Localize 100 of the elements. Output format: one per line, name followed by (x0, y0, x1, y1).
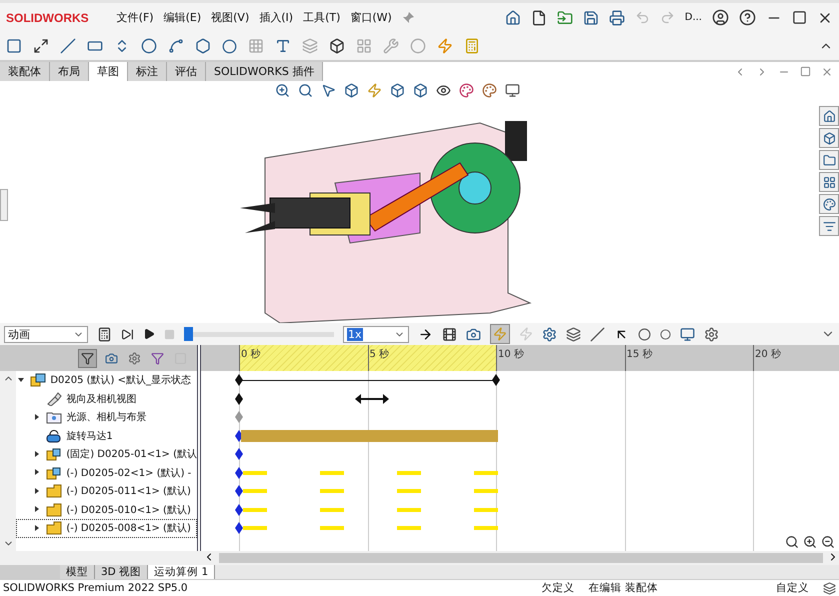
restore-icon[interactable] (800, 66, 811, 77)
tree-item[interactable]: (-) D0205-008<1> (默认) (66, 521, 191, 536)
folder-icon[interactable] (819, 150, 839, 170)
calculate-icon[interactable] (97, 326, 112, 342)
filter-icon[interactable] (78, 348, 97, 368)
change-dash (397, 526, 422, 530)
tree-item[interactable]: (-) D0205-011<1> (默认) (66, 484, 191, 498)
palette-icon[interactable] (819, 194, 839, 214)
cube-icon[interactable] (344, 83, 359, 98)
assembly-icon (46, 466, 62, 480)
print-icon[interactable] (608, 10, 625, 26)
settings-icon[interactable] (704, 326, 719, 342)
ribbon-tab[interactable]: 装配体 (0, 62, 50, 81)
circle-icon[interactable] (141, 38, 157, 54)
maximize-icon[interactable] (792, 10, 807, 25)
ribbon-tab[interactable]: 评估 (167, 62, 206, 81)
change-dash (320, 489, 344, 493)
save-icon[interactable] (582, 10, 599, 26)
expand-caret-icon[interactable] (34, 524, 40, 531)
grid-icon[interactable] (819, 172, 839, 192)
menu-item[interactable]: 编辑(E) (164, 10, 202, 25)
ribbon-tab[interactable]: SOLIDWORKS 插件 (206, 62, 324, 81)
document-tab[interactable]: 模型 (60, 565, 95, 579)
cube-icon[interactable] (390, 83, 405, 98)
expand-caret-icon[interactable] (34, 414, 40, 420)
zoom-in-icon[interactable] (803, 535, 817, 549)
change-dash (474, 526, 498, 530)
tree-item[interactable]: (-) D0205-02<1> (默认) - (66, 466, 192, 480)
collapse-caret-icon[interactable] (18, 376, 24, 383)
cube-icon[interactable] (413, 83, 428, 98)
user-icon[interactable] (712, 9, 729, 26)
tree-item[interactable]: (固定) D0205-01<1> (默认 (66, 447, 197, 462)
expand-caret-icon[interactable] (34, 488, 40, 494)
menu-item[interactable]: 工具(T) (303, 10, 340, 25)
document-tab[interactable]: 3D 视图 (95, 565, 148, 579)
play-from-start-icon[interactable] (121, 328, 134, 340)
document-tab[interactable]: 运动算例 1 (148, 565, 216, 579)
zoom-out-icon[interactable] (821, 535, 835, 549)
ribbon-tab[interactable]: 标注 (128, 62, 167, 81)
slider-thumb[interactable] (184, 327, 193, 341)
search-icon[interactable] (298, 83, 313, 98)
menu-item[interactable]: 插入(I) (259, 10, 294, 25)
eye-icon[interactable] (436, 83, 451, 98)
menu-item[interactable]: 窗口(W) (350, 10, 392, 25)
change-dash (397, 489, 422, 493)
menu-item[interactable]: 视图(V) (211, 10, 250, 25)
zoom-icon[interactable] (275, 83, 290, 98)
arrow-right-icon[interactable] (418, 326, 433, 342)
home-icon[interactable] (504, 10, 521, 26)
palette-icon[interactable] (459, 83, 474, 98)
tree-item[interactable]: 视向及相机视图 (66, 392, 136, 406)
change-dash (397, 508, 422, 512)
assembly-icon (46, 447, 62, 462)
play-icon[interactable] (143, 328, 155, 340)
menu-item[interactable]: 文件(F) (116, 10, 154, 25)
units-text[interactable]: 自定义 (776, 581, 809, 595)
help-icon[interactable] (739, 9, 756, 26)
part-icon (46, 521, 62, 536)
tree-item[interactable]: (-) D0205-010<1> (默认) (66, 502, 191, 517)
cursor-icon[interactable] (321, 83, 336, 98)
cube-icon[interactable] (329, 38, 345, 54)
expand-caret-icon[interactable] (34, 450, 40, 457)
speed-dropdown[interactable]: 1x (343, 326, 409, 342)
timeline-scrollbar[interactable] (0, 551, 839, 565)
time-label: 20 秒 (755, 348, 781, 361)
expand-caret-icon[interactable] (34, 469, 40, 476)
film-icon[interactable] (442, 326, 457, 342)
panel-handle[interactable] (0, 189, 8, 221)
time-ruler[interactable]: 0 秒 5 秒 10 秒 15 秒 20 秒 (201, 345, 839, 371)
open-folder-icon[interactable] (556, 10, 573, 26)
new-document-icon[interactable] (530, 10, 547, 26)
palette-icon[interactable] (482, 83, 497, 98)
ribbon-tab[interactable]: 布局 (50, 62, 89, 81)
change-dash (474, 489, 498, 493)
key-diamond-icon (235, 504, 243, 516)
tree-item[interactable]: 旋转马达1 (66, 428, 113, 443)
flashlight-icon (46, 392, 62, 406)
product-version: SOLIDWORKS Premium 2022 SP5.0 (3, 582, 188, 594)
polygon-icon[interactable] (195, 38, 211, 54)
tree-item[interactable]: 光源、相机与布景 (66, 410, 146, 424)
list-icon[interactable] (819, 216, 839, 236)
lightning-icon[interactable] (367, 83, 382, 98)
home-icon[interactable] (819, 106, 839, 126)
change-dash (397, 470, 422, 474)
cube-icon[interactable] (819, 128, 839, 148)
tree-item[interactable]: D0205 (默认) <默认_显示状态 (50, 373, 192, 388)
change-dash (474, 470, 498, 474)
zoom-to-fit-icon[interactable] (785, 535, 799, 549)
pin-icon[interactable] (402, 12, 414, 24)
camera-icon[interactable] (466, 326, 481, 342)
arc-icon[interactable] (168, 38, 184, 54)
time-label: 0 秒 (241, 348, 261, 361)
text-icon[interactable] (275, 38, 291, 54)
tree-scrollbar[interactable] (0, 371, 16, 551)
study-type-dropdown[interactable]: 动画 (4, 326, 88, 342)
search-hint[interactable]: D... (684, 12, 702, 23)
line-icon[interactable] (60, 38, 76, 54)
ellipse-icon[interactable] (222, 38, 237, 54)
monitor-icon[interactable] (505, 83, 520, 98)
expand-caret-icon[interactable] (34, 506, 40, 512)
